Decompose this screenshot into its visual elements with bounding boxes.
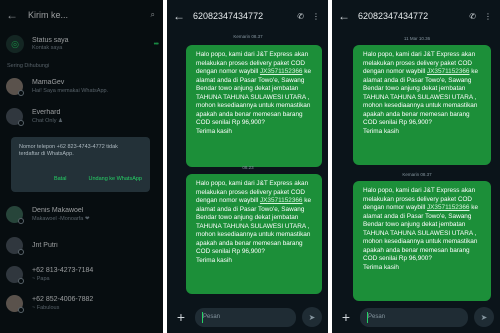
- back-arrow-icon[interactable]: ←: [338, 9, 352, 23]
- call-icon[interactable]: ✆: [297, 12, 304, 21]
- send-icon[interactable]: ➤: [474, 307, 494, 327]
- dialog-message: Nomor telepon +62 823-4743-4772 tidak te…: [19, 144, 118, 158]
- chat-header: ← 62082347434772 ✆ ⋮: [332, 0, 500, 32]
- cancel-button[interactable]: Batal: [54, 176, 67, 182]
- waybill-link[interactable]: JX3571152366: [260, 197, 303, 204]
- message-text: ke alamat anda di Pasar Towo'e, Sawang B…: [363, 68, 479, 135]
- chat-header: ← 62082347434772 ✆ ⋮: [167, 0, 328, 32]
- message-bubble[interactable]: Halo popo, kami dari J&T Express akan me…: [186, 174, 322, 294]
- more-vert-icon[interactable]: ⋮: [312, 12, 320, 21]
- date-chip: Kemarin 08.37: [402, 172, 432, 177]
- message-text: ke alamat anda di Pasar Towo'e, Sawang B…: [363, 204, 479, 271]
- date-chip: 08.23: [242, 165, 254, 170]
- waybill-link[interactable]: JX3571152366: [427, 204, 470, 211]
- message-input-bar: + Pesan ➤: [167, 301, 328, 333]
- call-icon[interactable]: ✆: [469, 12, 476, 21]
- message-text: ke alamat anda di Pasar Towo'e, Sawang B…: [196, 68, 312, 135]
- message-placeholder: Pesan: [368, 314, 386, 320]
- text-caret: [202, 311, 203, 323]
- not-registered-dialog: Nomor telepon +62 823-4743-4772 tidak te…: [11, 137, 150, 192]
- message-input-bar: + Pesan ➤: [332, 301, 500, 333]
- contact-picker-screen: ← Kirim ke... ⌕ ◎ Status saya Kontak say…: [0, 0, 163, 333]
- chat-screen: ← 62082347434772 ✆ ⋮ Kemarin 08.37 Halo …: [167, 0, 328, 333]
- date-chip: 11 Mar 10.36: [403, 36, 431, 41]
- message-input[interactable]: Pesan: [360, 307, 468, 327]
- message-placeholder: Pesan: [203, 314, 221, 320]
- message-bubble[interactable]: Halo popo, kami dari J&T Express akan me…: [353, 45, 491, 165]
- chat-title[interactable]: 62082347434772: [358, 11, 469, 21]
- message-text: ke alamat anda di Pasar Towo'e, Sawang B…: [196, 197, 312, 264]
- chat-title[interactable]: 62082347434772: [193, 11, 297, 21]
- text-caret: [367, 311, 368, 323]
- waybill-link[interactable]: JX3571152366: [427, 68, 470, 75]
- add-attachment-icon[interactable]: +: [173, 309, 189, 325]
- message-input[interactable]: Pesan: [195, 307, 296, 327]
- send-icon[interactable]: ➤: [302, 307, 322, 327]
- back-arrow-icon[interactable]: ←: [173, 9, 187, 23]
- add-attachment-icon[interactable]: +: [338, 309, 354, 325]
- message-bubble[interactable]: Halo popo, kami dari J&T Express akan me…: [186, 45, 322, 167]
- message-bubble[interactable]: Halo popo, kami dari J&T Express akan me…: [353, 181, 491, 301]
- chat-screen: ← 62082347434772 ✆ ⋮ 11 Mar 10.36 Halo p…: [332, 0, 500, 333]
- waybill-link[interactable]: JX3571152366: [260, 68, 303, 75]
- date-chip: Kemarin 08.37: [233, 34, 263, 39]
- invite-button[interactable]: Undang ke WhatsApp: [88, 176, 142, 182]
- more-vert-icon[interactable]: ⋮: [484, 12, 492, 21]
